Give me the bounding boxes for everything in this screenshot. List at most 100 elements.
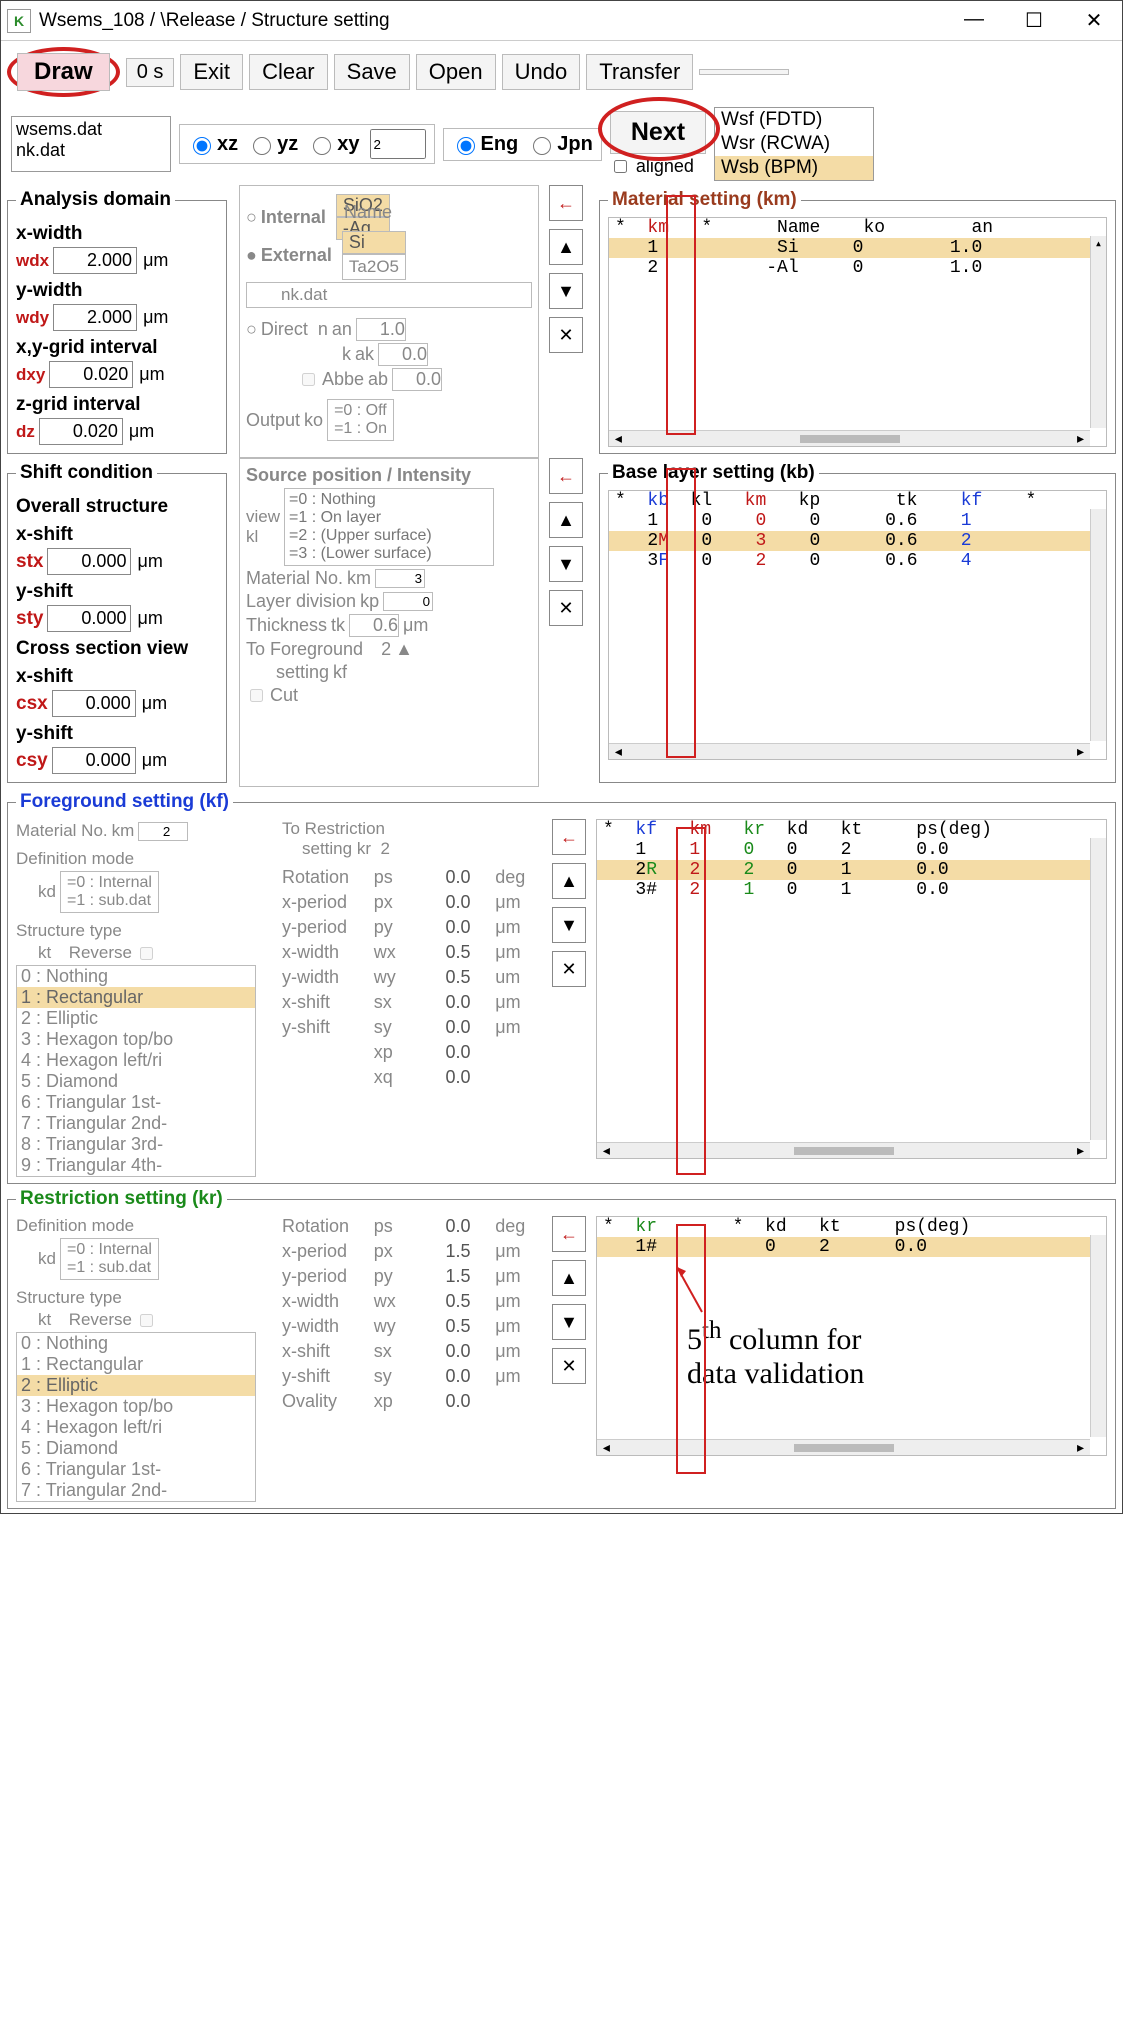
dz-input[interactable]	[39, 418, 123, 445]
nav-down[interactable]: ▼	[549, 273, 583, 309]
maximize-button[interactable]: ☐	[1020, 8, 1048, 33]
transfer-button[interactable]: Transfer	[586, 54, 693, 90]
an-input[interactable]: 1.0	[356, 318, 406, 341]
method-item-selected[interactable]: Wsb (BPM)	[715, 156, 873, 180]
radio-xy[interactable]: xy	[308, 133, 359, 156]
rs-wx-input[interactable]: 0.5	[420, 1291, 470, 1312]
nav-up[interactable]: ▲	[549, 229, 583, 265]
wy-input[interactable]: 0.5	[420, 967, 470, 988]
undo-button[interactable]: Undo	[502, 54, 581, 90]
scrollbar-y[interactable]	[1090, 509, 1106, 741]
nav-down[interactable]: ▼	[552, 907, 586, 943]
nav-left-red[interactable]: ←	[552, 819, 586, 855]
rs-sy-input[interactable]: 0.0	[420, 1366, 470, 1387]
cut-checkbox[interactable]	[250, 689, 263, 702]
wdy-input[interactable]	[53, 304, 137, 331]
fg-km-input[interactable]	[138, 822, 188, 841]
direct-radio[interactable]	[246, 319, 257, 340]
internal-radio[interactable]	[246, 207, 257, 228]
file-item[interactable]: wsems.dat	[16, 119, 166, 140]
close-button[interactable]: ✕	[1080, 8, 1108, 33]
aligned-checkbox[interactable]	[614, 160, 627, 173]
base-table[interactable]: * kb kl km kp tk kf * 1 0 0 0 0.6 1 2M 0…	[608, 490, 1107, 760]
kl-options[interactable]: =0 : Nothing =1 : On layer =2 : (Upper s…	[284, 488, 494, 566]
language-group: Eng Jpn	[443, 128, 602, 161]
table-row[interactable]: 2 -Al 0 1.0	[609, 258, 1106, 278]
sy-input[interactable]: 0.0	[420, 1017, 470, 1038]
kp-input[interactable]	[383, 592, 433, 611]
rs-wy-input[interactable]: 0.5	[420, 1316, 470, 1337]
km-input[interactable]	[375, 569, 425, 588]
restriction-table[interactable]: * kr * kd kt ps(deg) 1# 0 2 0.0 ◂▸ 5th c…	[596, 1216, 1107, 1456]
file-list[interactable]: wsems.dat nk.dat	[11, 116, 171, 172]
exit-button[interactable]: Exit	[180, 54, 243, 90]
scrollbar-y[interactable]	[1090, 1235, 1106, 1437]
nav-delete[interactable]: ✕	[549, 590, 583, 626]
next-button[interactable]: Next	[610, 111, 706, 154]
rs-py-input[interactable]: 1.5	[420, 1266, 470, 1287]
clear-button[interactable]: Clear	[249, 54, 328, 90]
nav-left-red[interactable]: ←	[552, 1216, 586, 1252]
wdx-input[interactable]	[53, 247, 137, 274]
scrollbar-x[interactable]: ◂▸	[609, 743, 1090, 759]
save-button[interactable]: Save	[334, 54, 410, 90]
nav-delete[interactable]: ✕	[552, 1348, 586, 1384]
csx-input[interactable]	[52, 690, 136, 717]
sty-input[interactable]	[47, 605, 131, 632]
ak-input[interactable]: 0.0	[378, 343, 428, 366]
fg-up-icon[interactable]: ▲	[395, 639, 413, 660]
minimize-button[interactable]: —	[960, 8, 988, 33]
nav-down[interactable]: ▼	[549, 546, 583, 582]
nav-up[interactable]: ▲	[552, 863, 586, 899]
nav-up[interactable]: ▲	[549, 502, 583, 538]
table-row[interactable]: 1 Si 0 1.0	[609, 238, 1106, 258]
radio-jpn[interactable]: Jpn	[528, 133, 593, 156]
px-input[interactable]: 0.0	[420, 892, 470, 913]
chem-si[interactable]: Si	[342, 231, 406, 254]
csy-input[interactable]	[52, 747, 136, 774]
rs-sx-input[interactable]: 0.0	[420, 1341, 470, 1362]
scrollbar-y[interactable]	[1090, 838, 1106, 1140]
py-input[interactable]: 0.0	[420, 917, 470, 938]
restriction-legend: Restriction setting (kr)	[16, 1188, 227, 1210]
scrollbar-y[interactable]: ▴	[1090, 236, 1106, 428]
abbe-checkbox[interactable]	[302, 373, 315, 386]
method-list[interactable]: Wsf (FDTD) Wsr (RCWA) Wsb (BPM)	[714, 107, 874, 181]
table-row: 3# 2 1 0 1 0.0	[597, 880, 1106, 900]
nav-down[interactable]: ▼	[552, 1304, 586, 1340]
tk-input[interactable]: 0.6	[349, 614, 399, 637]
scrollbar-x[interactable]: ◂▸	[597, 1439, 1090, 1455]
rs-ps-input[interactable]: 0.0	[420, 1216, 470, 1237]
radio-yz[interactable]: yz	[248, 133, 298, 156]
stx-input[interactable]	[47, 548, 131, 575]
structure-type-list[interactable]: 0 : Nothing 1 : Rectangular 2 : Elliptic…	[16, 965, 256, 1177]
chem-ta[interactable]: Ta2O5	[342, 254, 406, 280]
nav-left-red[interactable]: ←	[549, 185, 583, 221]
rs-px-input[interactable]: 1.5	[420, 1241, 470, 1262]
nav-delete[interactable]: ✕	[549, 317, 583, 353]
nav-up[interactable]: ▲	[552, 1260, 586, 1296]
dxy-input[interactable]	[49, 361, 133, 388]
ab-input[interactable]: 0.0	[392, 368, 442, 391]
nav-delete[interactable]: ✕	[552, 951, 586, 987]
radio-eng[interactable]: Eng	[452, 133, 519, 156]
orient-count[interactable]	[370, 129, 426, 159]
file-item[interactable]: nk.dat	[16, 140, 166, 161]
ps-input[interactable]: 0.0	[420, 867, 470, 888]
nav-left-red[interactable]: ←	[549, 458, 583, 494]
open-button[interactable]: Open	[416, 54, 496, 90]
restriction-type-list[interactable]: 0 : Nothing 1 : Rectangular 2 : Elliptic…	[16, 1332, 256, 1502]
radio-xz[interactable]: xz	[188, 133, 238, 156]
draw-button[interactable]: Draw	[17, 53, 110, 91]
material-table[interactable]: * km * Name ko an 1 Si 0 1.0 2 -Al 0 1.0…	[608, 217, 1107, 447]
reverse-checkbox[interactable]	[140, 947, 153, 960]
method-item[interactable]: Wsf (FDTD)	[715, 108, 873, 132]
foreground-table[interactable]: * kf km kr kd kt ps(deg) 1 1 0 0 2 0.0 2…	[596, 819, 1107, 1159]
reverse-checkbox[interactable]	[140, 1314, 153, 1327]
external-radio[interactable]	[246, 245, 257, 266]
wx-input[interactable]: 0.5	[420, 942, 470, 963]
scrollbar-x[interactable]: ◂▸	[597, 1142, 1090, 1158]
method-item[interactable]: Wsr (RCWA)	[715, 132, 873, 156]
scrollbar-x[interactable]: ◂▸	[609, 430, 1090, 446]
sx-input[interactable]: 0.0	[420, 992, 470, 1013]
